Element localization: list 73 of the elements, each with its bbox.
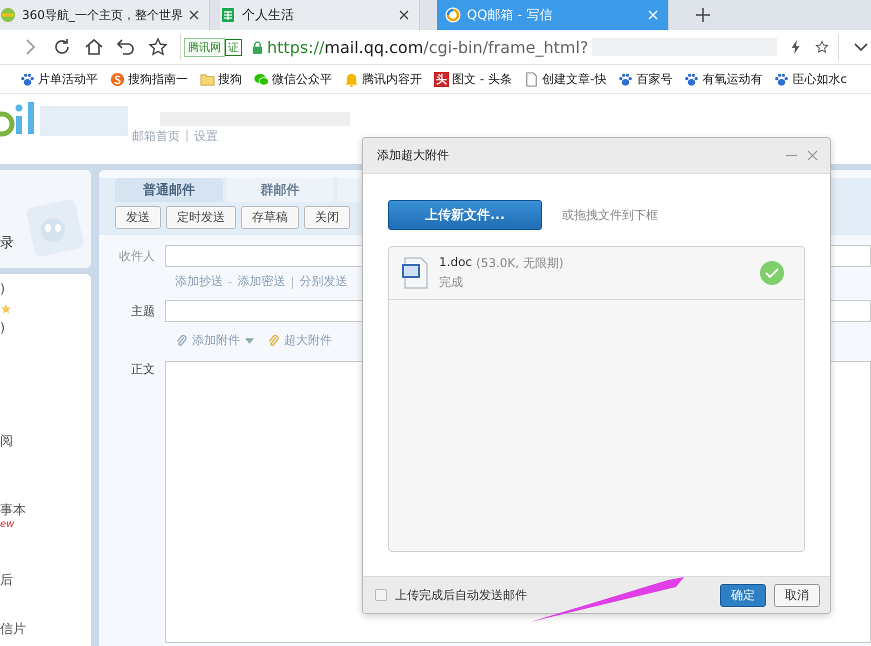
sidebar-item[interactable]: 阅 (0, 432, 13, 450)
address-bar[interactable]: 腾讯网 证 https://mail.qq.com/cgi-bin/frame_html? (180, 34, 839, 60)
bookmark-item[interactable]: 头 图文 - 头条 (434, 70, 512, 88)
file-drop-area[interactable]: 1.doc (53.0K, 无限期) 完成 (388, 246, 805, 552)
reload-icon[interactable] (52, 37, 72, 57)
file-name: 1.doc (439, 255, 472, 271)
spreadsheet-icon (220, 7, 236, 23)
folder-icon (200, 72, 215, 86)
new-tab-icon[interactable] (696, 8, 710, 22)
field-label: 主题 (130, 302, 155, 320)
star-icon[interactable] (815, 40, 830, 54)
bookmark-item[interactable]: 微信公众平 (254, 70, 332, 88)
close-icon[interactable] (398, 10, 409, 20)
paperclip-icon (267, 334, 279, 347)
verified-badge: 证 (225, 38, 242, 56)
toutiao-icon: 头 (434, 72, 449, 86)
checkbox[interactable] (375, 589, 387, 601)
paperclip-icon (175, 334, 187, 347)
star-icon[interactable] (148, 37, 168, 57)
sidebar-item[interactable]: ) (0, 321, 6, 336)
compose-tab[interactable]: 群邮件 (226, 178, 334, 202)
sidebar-title: 录 (0, 234, 14, 252)
file-meta: (53.0K, 无限期) (476, 255, 564, 272)
separator-text: | (185, 128, 190, 144)
site-badge: 腾讯网 (184, 38, 225, 56)
separator-text: - (228, 274, 232, 288)
page-icon (524, 72, 539, 86)
bookmark-item[interactable]: 搜狗 (200, 70, 242, 88)
document-icon (401, 257, 429, 289)
toolbar-button[interactable]: 存草稿 (241, 206, 299, 229)
bookmark-item[interactable]: 有氧运动有 (684, 70, 762, 88)
undo-icon[interactable] (116, 37, 136, 57)
checkbox-label: 上传完成后自动发送邮件 (395, 586, 527, 604)
close-icon[interactable] (188, 10, 199, 20)
globe-icon (0, 7, 16, 23)
field-label: 收件人 (118, 248, 155, 264)
bookmark-item[interactable]: 百家号 (618, 70, 672, 88)
separator-text: | (290, 274, 294, 288)
paw-icon (774, 72, 790, 86)
browser-tab[interactable]: 360导航_一个主页，整个世界 (0, 0, 210, 30)
bookmark-item[interactable]: 腾讯内容开 (344, 70, 422, 88)
sidebar-item[interactable]: 事本 (0, 501, 26, 519)
sidebar-item[interactable]: 后 (0, 571, 13, 589)
mail-logo-icon (444, 7, 461, 23)
toolbar-button[interactable]: 关闭 (304, 206, 350, 229)
bookmark-item[interactable]: 臣心如水c (774, 70, 847, 88)
upload-status: 完成 (439, 274, 464, 291)
lock-icon (252, 40, 263, 54)
paw-icon (20, 72, 35, 86)
toolbar-button[interactable]: 定时发送 (166, 206, 236, 229)
home-icon[interactable] (84, 37, 104, 57)
sidebar-item[interactable]: 信片 (0, 620, 26, 638)
star-icon (0, 303, 12, 315)
paw-icon (684, 72, 700, 86)
new-label: ew (0, 519, 14, 530)
browser-tab[interactable]: 个人生活 (220, 0, 420, 30)
paw-icon (618, 72, 634, 86)
bookmark-item[interactable]: 创建文章-快 (524, 70, 606, 88)
toolbar-button[interactable]: 发送 (115, 206, 161, 229)
s-logo-icon (110, 72, 125, 86)
bookmark-item[interactable]: 片单活动平 (20, 70, 98, 88)
dialog-button[interactable]: 确定 (720, 584, 766, 606)
url-text: https://mail.qq.com/cgi-bin/frame_html? (267, 38, 588, 56)
dialog-button[interactable]: 取消 (774, 584, 820, 606)
bookmark-item[interactable]: 搜狗指南一 (110, 70, 188, 88)
chat-bubble-icon (254, 72, 269, 86)
upload-button[interactable]: 上传新文件... (388, 200, 542, 230)
bell-icon (344, 72, 359, 86)
compose-tab[interactable]: 普通邮件 (115, 178, 223, 202)
field-label: 正文 (130, 361, 155, 378)
dialog-title: 添加超大附件 (377, 147, 450, 164)
sidebar-item[interactable]: ) (0, 282, 6, 297)
drop-hint: 或拖拽文件到下框 (562, 206, 658, 224)
